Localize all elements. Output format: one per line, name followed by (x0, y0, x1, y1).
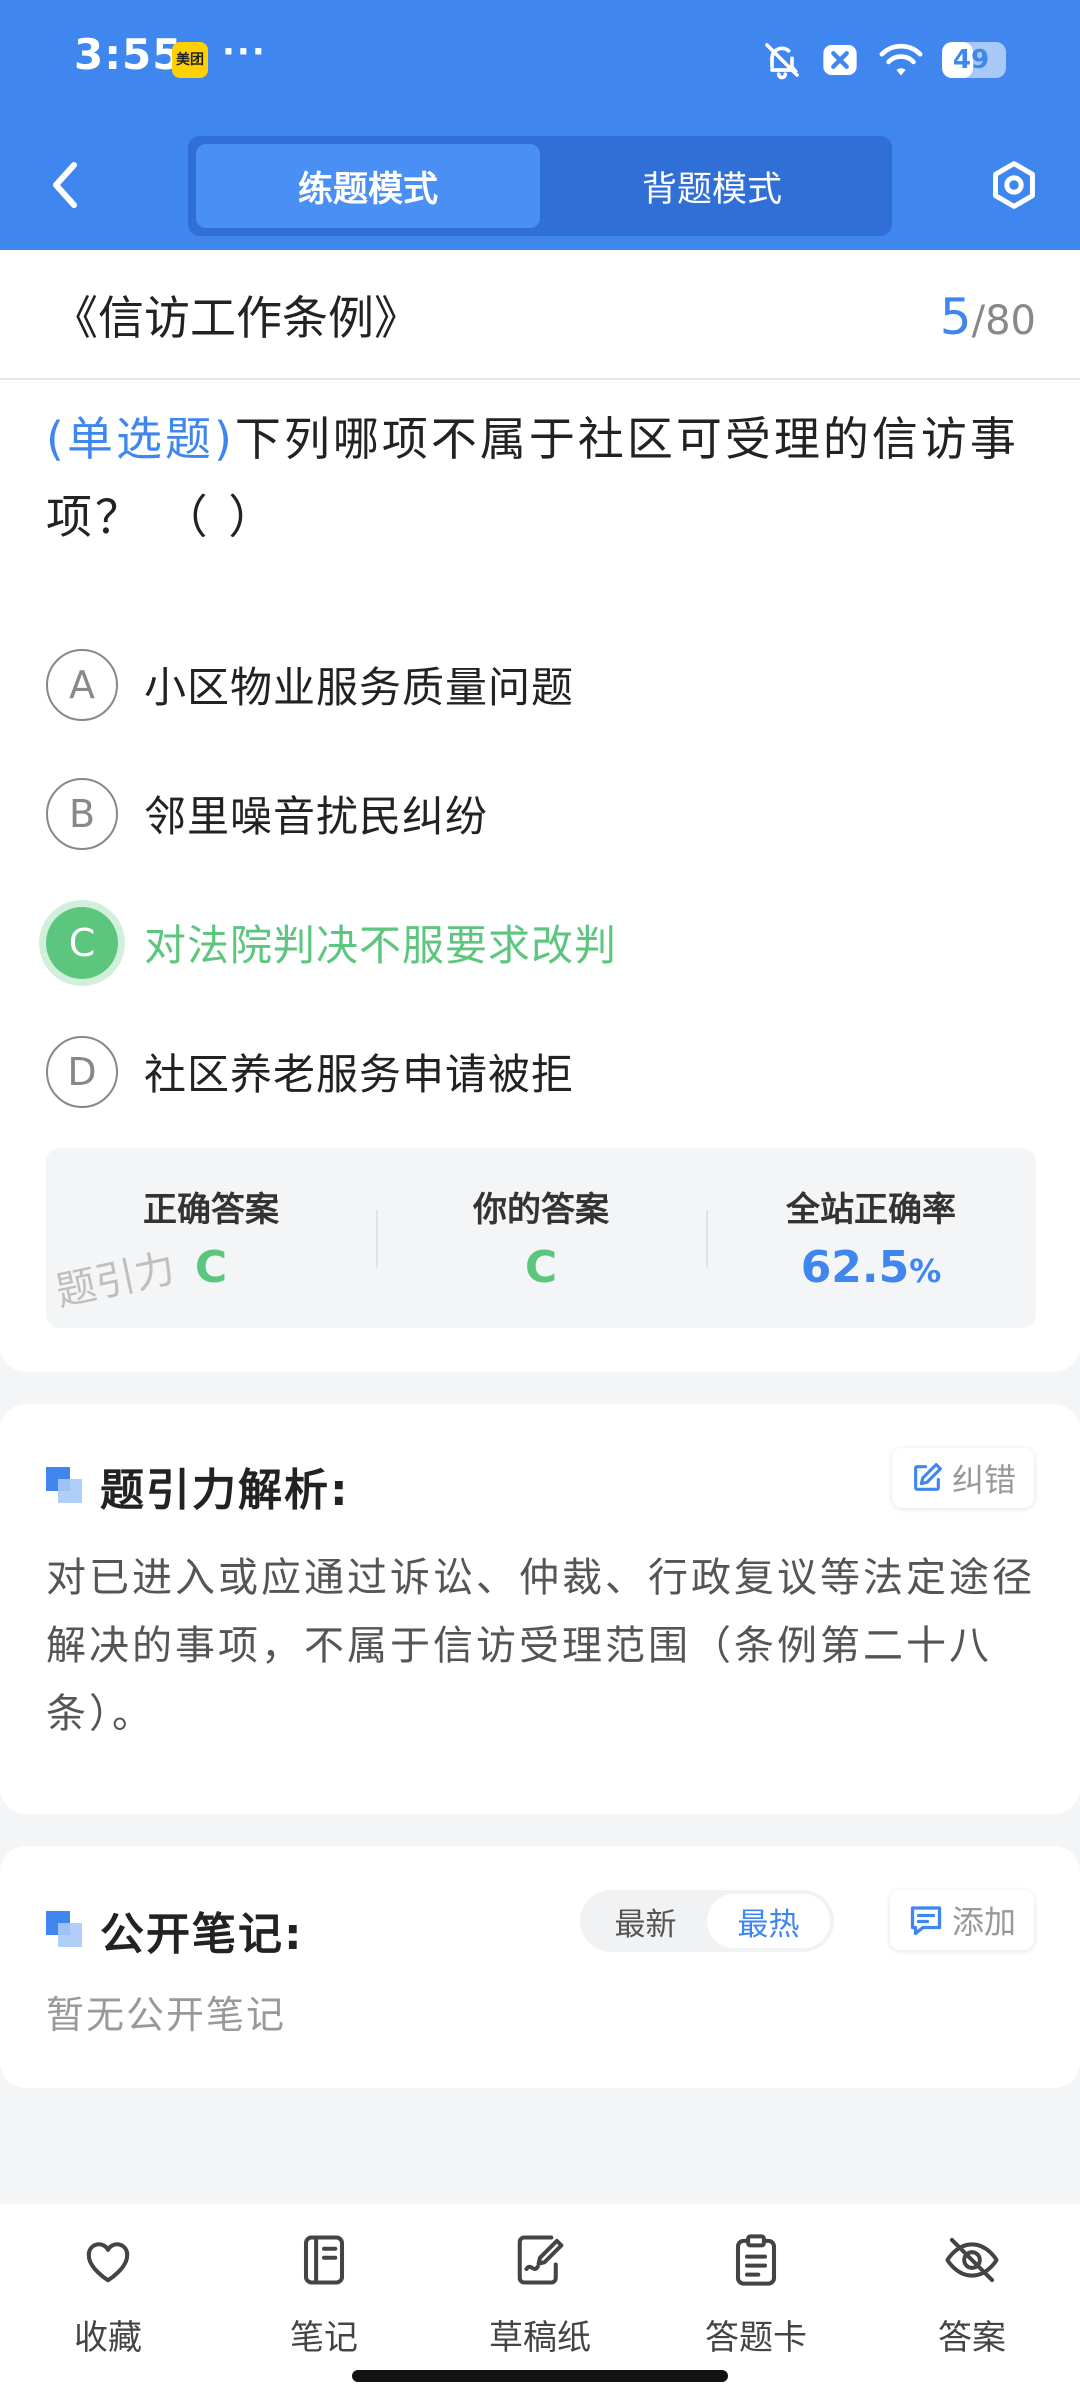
settings-button[interactable] (984, 152, 1044, 218)
analysis-title: 题引力解析: (100, 1465, 350, 1516)
answer-sheet-button[interactable]: 答题卡 (648, 2204, 864, 2374)
edit-icon (914, 1462, 943, 1491)
option-text: 小区物业服务质量问题 (144, 663, 575, 712)
notes-title: 公开笔记: (100, 1909, 304, 1960)
mode-switch: 练题模式 背题模式 (188, 136, 892, 236)
total-question-count: 80 (985, 298, 1036, 344)
option-letter: C (46, 906, 118, 979)
answer-summary: 正确答案 C 你的答案 C 全站正确率 62.5% (46, 1148, 1036, 1328)
notes-empty-text: 暂无公开笔记 (46, 1993, 287, 2037)
notes-sort-toggle: 最新 最热 (580, 1890, 834, 1952)
report-error-label: 纠错 (951, 1461, 1016, 1499)
chapter-title: 《信访工作条例》 (52, 291, 420, 345)
app-header: 3:55 美团 ··· 49 练题模式 背题模式 (0, 0, 1080, 250)
status-bar: 3:55 美团 ··· 49 (0, 0, 1080, 120)
notebook-icon (294, 2230, 354, 2290)
sort-hottest[interactable]: 最热 (707, 1894, 830, 1948)
analysis-header: 题引力解析: (46, 1454, 350, 1518)
option-d[interactable]: D 社区养老服务申请被拒 (46, 1007, 1036, 1136)
tab-recite-mode[interactable]: 背题模式 (540, 144, 884, 228)
option-b[interactable]: B 邻里噪音扰民纠纷 (46, 749, 1036, 878)
answer-sheet-label: 答题卡 (705, 2318, 807, 2358)
your-answer-label: 你的答案 (473, 1190, 609, 1230)
favorite-label: 收藏 (74, 2318, 142, 2358)
current-question-number: 5 (939, 288, 972, 346)
status-time: 3:55 (74, 30, 183, 79)
your-answer-value: C (524, 1242, 558, 1293)
accuracy-value: 62.5% (706, 1242, 1036, 1293)
option-a[interactable]: A 小区物业服务质量问题 (46, 620, 1036, 749)
bell-muted-icon (762, 40, 802, 80)
draft-paper-button[interactable]: 草稿纸 (432, 2204, 648, 2374)
analysis-text: 对已进入或应通过诉讼、仲裁、行政复议等法定途径解决的事项，不属于信访受理范围（条… (46, 1555, 1035, 1737)
option-letter: D (46, 1035, 118, 1108)
comment-icon (910, 1906, 942, 1936)
correct-answer-label: 正确答案 (143, 1190, 279, 1230)
home-indicator[interactable] (352, 2370, 728, 2382)
option-letter: B (46, 777, 118, 850)
options-list: A 小区物业服务质量问题 B 邻里噪音扰民纠纷 C 对法院判决不服要求改判 D … (46, 620, 1036, 1136)
draft-icon (510, 2230, 570, 2290)
section-squares-icon (46, 1911, 84, 1949)
option-text: 邻里噪音扰民纠纷 (144, 792, 489, 841)
back-button[interactable] (40, 150, 90, 220)
draft-paper-label: 草稿纸 (489, 2318, 591, 2358)
accuracy-label: 全站正确率 (786, 1190, 956, 1230)
notes-button[interactable]: 笔记 (216, 2204, 432, 2374)
show-answer-label: 答案 (938, 2318, 1006, 2358)
section-squares-icon (46, 1467, 84, 1505)
eye-off-icon (942, 2230, 1002, 2290)
option-text: 社区养老服务申请被拒 (144, 1050, 575, 1099)
hexagon-settings-icon (993, 161, 1035, 209)
status-icons: 49 (762, 38, 1006, 82)
show-answer-button[interactable]: 答案 (864, 2204, 1080, 2374)
question-type: (单选题) (46, 412, 235, 466)
accuracy-number: 62.5 (800, 1242, 910, 1293)
notes-card: 公开笔记: 最新 最热 添加 暂无公开笔记 (0, 1846, 1080, 2088)
accuracy-column: 全站正确率 62.5% (706, 1148, 1036, 1328)
your-answer-column: 你的答案 C (376, 1148, 706, 1328)
question-progress: 5/80 (940, 288, 1036, 346)
question-card: 《信访工作条例》 5/80 (单选题)下列哪项不属于社区可受理的信访事项？ （ … (0, 250, 1080, 1372)
sort-latest[interactable]: 最新 (584, 1894, 707, 1948)
option-text: 对法院判决不服要求改判 (144, 921, 618, 970)
progress-separator: / (971, 298, 986, 344)
chapter-row: 《信访工作条例》 5/80 (0, 250, 1080, 380)
favorite-button[interactable]: 收藏 (0, 2204, 216, 2374)
question-text: (单选题)下列哪项不属于社区可受理的信访事项？ （ ） (46, 400, 1036, 556)
tab-practice-mode[interactable]: 练题模式 (196, 144, 540, 228)
meituan-app-icon: 美团 (172, 42, 208, 78)
battery-level-text: 49 (952, 45, 990, 75)
heart-icon (78, 2230, 138, 2290)
analysis-card: 题引力解析: 纠错 对已进入或应通过诉讼、仲裁、行政复议等法定途径解决的事项，不… (0, 1404, 1080, 1814)
add-note-button[interactable]: 添加 (889, 1890, 1034, 1950)
wifi-icon (878, 40, 924, 80)
add-note-label: 添加 (951, 1903, 1016, 1941)
report-error-button[interactable]: 纠错 (891, 1448, 1034, 1508)
option-c[interactable]: C 对法院判决不服要求改判 (46, 878, 1036, 1007)
chevron-left-icon (53, 162, 77, 208)
option-letter: A (46, 648, 118, 721)
notes-header: 公开笔记: (46, 1898, 304, 1962)
answer-sheet-icon (726, 2230, 786, 2290)
more-notifications-icon: ··· (222, 32, 267, 72)
battery-indicator: 49 (942, 42, 1006, 78)
sim-off-icon (820, 40, 860, 80)
accuracy-unit: % (909, 1252, 942, 1290)
notes-label: 笔记 (290, 2318, 358, 2358)
